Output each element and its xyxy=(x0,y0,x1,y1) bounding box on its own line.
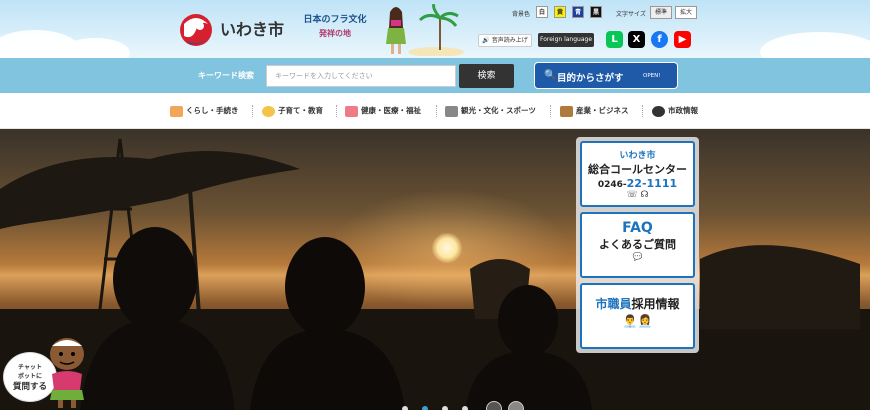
play-icon[interactable] xyxy=(508,401,524,410)
site-header: いわき市 日本のフラ文化 発祥の地 背景色 白 黄 青 黒 文字サイズ 標準 拡… xyxy=(0,0,870,58)
font-standard-button[interactable]: 標準 xyxy=(650,6,672,19)
slider-dot[interactable] xyxy=(402,406,408,410)
x-icon[interactable]: X xyxy=(628,31,645,48)
faq-subtitle: よくあるご質問 xyxy=(599,238,676,251)
recruit-part2: 採用情報 xyxy=(631,297,680,311)
recruit-title: 市職員採用情報 xyxy=(582,295,693,312)
staff-people-icon: 👨‍💼👩‍💼 xyxy=(622,314,653,328)
recruit-card[interactable]: 市職員採用情報 👨‍💼👩‍💼 xyxy=(580,283,695,349)
house-icon xyxy=(170,105,183,117)
tel-prefix: 0246- xyxy=(597,180,627,190)
nav-item-tourism[interactable]: 観光・文化・スポーツ xyxy=(445,104,536,118)
bg-yellow-button[interactable]: 黄 xyxy=(554,6,566,18)
foreign-language-button[interactable]: Foreign language xyxy=(538,33,594,47)
side-quick-links: いわき市 総合コールセンター 0246-22-1111 ☏ ☊ FAQ よくある… xyxy=(576,137,699,353)
search-button[interactable]: 検索 xyxy=(459,64,514,88)
cloud-decoration xyxy=(60,38,130,58)
keyword-search-label: キーワード検索 xyxy=(198,71,254,80)
hero-slideshow xyxy=(0,129,870,410)
line-icon[interactable]: L xyxy=(606,31,623,48)
bg-white-button[interactable]: 白 xyxy=(536,6,548,18)
briefcase-icon xyxy=(560,105,573,117)
nav-divider xyxy=(550,105,551,117)
call-center-title: 総合コールセンター xyxy=(588,163,687,176)
keyword-search-input[interactable]: キーワードを入力してください xyxy=(266,65,456,87)
recruit-part1: 市職員 xyxy=(595,297,632,311)
faq-title: FAQ xyxy=(622,220,653,236)
tel-main: 22-1111 xyxy=(626,177,678,190)
voice-read-label: 音声読み上げ xyxy=(491,37,528,44)
heart-hand-icon xyxy=(345,105,358,117)
camera-icon xyxy=(445,105,458,117)
call-center-tel: 0246-22-1111 xyxy=(582,177,693,190)
nav-label: 健康・医療・福祉 xyxy=(361,106,421,115)
hula-banner[interactable]: 日本のフラ文化 発祥の地 xyxy=(298,4,468,56)
cloud-decoration xyxy=(760,32,870,58)
nav-label: 子育て・教育 xyxy=(278,106,323,115)
nav-divider xyxy=(252,105,253,117)
banner-line1: 日本のフラ文化 xyxy=(303,15,367,25)
nav-item-childcare[interactable]: 子育て・教育 xyxy=(262,104,323,118)
facebook-icon[interactable]: f xyxy=(651,31,668,48)
slider-dot[interactable] xyxy=(462,406,468,410)
city-info-icon xyxy=(652,105,665,117)
child-icon xyxy=(262,105,275,117)
search-bar: キーワード検索 キーワードを入力してください 検索 🔍 目的からさがす OPEN… xyxy=(0,58,870,93)
faq-card[interactable]: FAQ よくあるご質問 💬 xyxy=(580,212,695,278)
city-logo-icon[interactable] xyxy=(178,10,214,50)
mascot-character-icon[interactable] xyxy=(44,334,90,408)
nav-label: 産業・ビジネス xyxy=(576,106,629,115)
bg-black-button[interactable]: 黒 xyxy=(590,6,602,18)
phone-headset-icon: ☏ ☊ xyxy=(626,190,649,200)
nav-divider xyxy=(436,105,437,117)
nav-divider xyxy=(336,105,337,117)
slider-dot[interactable] xyxy=(442,406,448,410)
purpose-search-label: 目的からさがす xyxy=(557,73,624,84)
nav-item-health[interactable]: 健康・医療・福祉 xyxy=(345,104,421,118)
youtube-icon[interactable]: ▶ xyxy=(674,31,691,48)
bg-color-label: 背景色 xyxy=(512,11,531,18)
search-icon: 🔍 xyxy=(544,70,557,81)
voice-read-button[interactable]: 🔊 音声読み上げ xyxy=(478,34,532,47)
hero-silhouette-photo xyxy=(0,138,870,410)
banner-line2: 発祥の地 xyxy=(319,29,351,38)
nav-item-living[interactable]: くらし・手続き xyxy=(170,104,239,118)
nav-divider xyxy=(642,105,643,117)
qa-bubble-icon: 💬 xyxy=(632,252,643,261)
bg-blue-button[interactable]: 青 xyxy=(572,6,584,18)
nav-label: くらし・手続き xyxy=(186,106,239,115)
nav-label: 観光・文化・スポーツ xyxy=(461,106,536,115)
slider-dot-active[interactable] xyxy=(422,406,428,410)
hula-dancer-illustration xyxy=(386,4,464,56)
nav-label: 市政情報 xyxy=(668,106,698,115)
pause-icon[interactable] xyxy=(486,401,502,410)
purpose-search-button[interactable]: 🔍 目的からさがす OPEN! xyxy=(534,62,678,89)
nav-item-business[interactable]: 産業・ビジネス xyxy=(560,104,629,118)
nav-item-city-info[interactable]: 市政情報 xyxy=(652,104,698,118)
open-badge: OPEN! xyxy=(643,73,661,79)
font-large-button[interactable]: 拡大 xyxy=(675,6,697,19)
site-logo-text[interactable]: いわき市 xyxy=(220,16,284,40)
font-size-label: 文字サイズ xyxy=(616,11,646,18)
call-center-city: いわき市 xyxy=(619,151,656,161)
main-nav: くらし・手続き 子育て・教育 健康・医療・福祉 観光・文化・スポーツ 産業・ビジ… xyxy=(0,93,870,129)
call-center-card[interactable]: いわき市 総合コールセンター 0246-22-1111 ☏ ☊ xyxy=(580,141,695,207)
speaker-icon: 🔊 xyxy=(482,37,490,44)
